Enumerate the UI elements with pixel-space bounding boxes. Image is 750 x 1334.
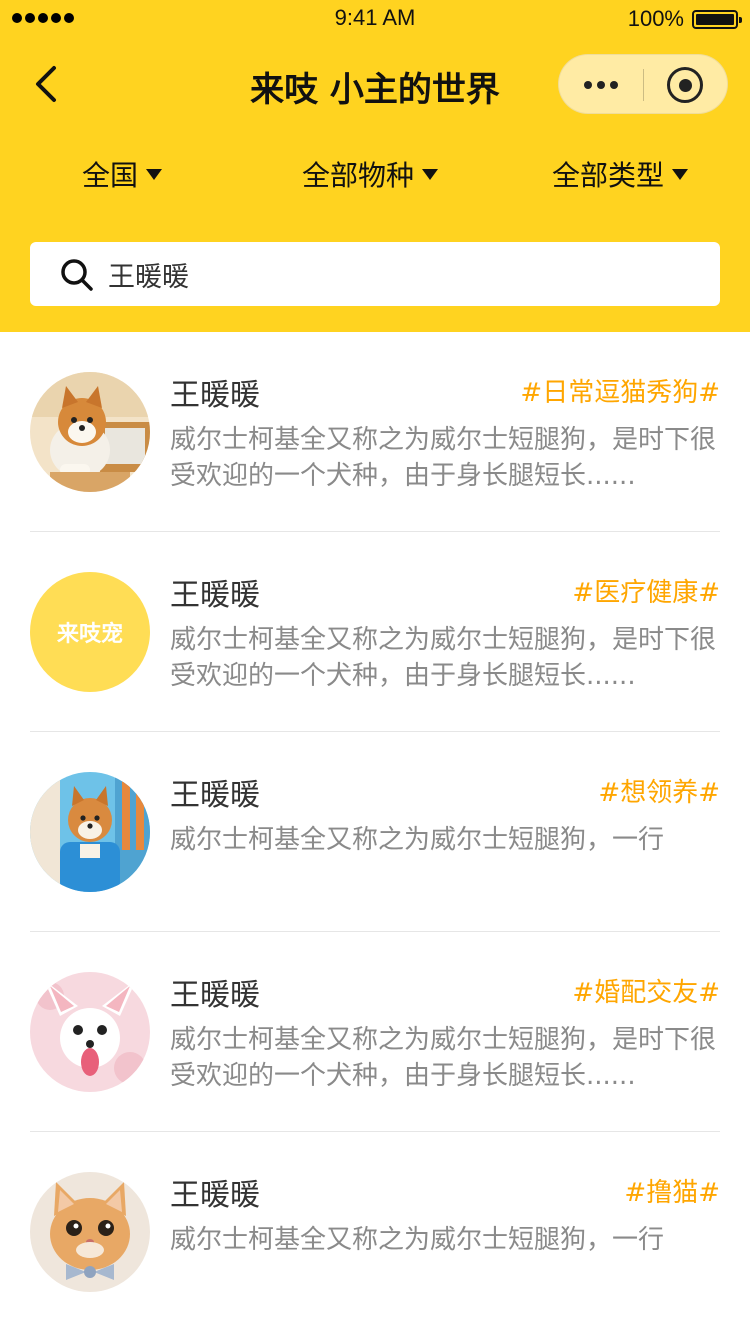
search-bar	[30, 242, 720, 306]
filter-region[interactable]: 全国	[82, 150, 163, 198]
brand-logo-text: 来吱宠	[56, 622, 123, 647]
target-circle-icon	[667, 67, 703, 103]
filter-species-label: 全部物种	[302, 159, 415, 192]
post-description: 威尔士柯基全又称之为威尔士短腿狗，是时下很受欢迎的一个犬种，由于身长腿短长...…	[170, 1025, 717, 1091]
post-description: 威尔士柯基全又称之为威尔士短腿狗，一行	[170, 825, 665, 855]
avatar	[30, 1172, 150, 1292]
search-icon	[61, 259, 93, 291]
author-name: 王暖暖	[170, 378, 260, 413]
battery-percent: 100%	[627, 6, 684, 31]
caret-down-icon	[672, 168, 689, 180]
caret-down-icon	[422, 168, 439, 180]
topic-tag[interactable]: #婚配交友#	[572, 972, 720, 1009]
more-button[interactable]	[559, 55, 643, 115]
battery-icon	[692, 10, 742, 29]
shiba-puppy-photo	[30, 372, 150, 492]
nav-bar: 来吱 小主的世界	[0, 48, 750, 120]
chihuahua-photo	[30, 972, 150, 1092]
author-name: 王暖暖	[170, 778, 260, 813]
filter-species[interactable]: 全部物种	[302, 150, 439, 198]
avatar	[30, 972, 150, 1092]
filter-type-label: 全部类型	[552, 159, 665, 192]
mini-program-capsule	[558, 54, 728, 114]
list-item[interactable]: 王暖暖 #撸猫# 威尔士柯基全又称之为威尔士短腿狗，一行	[0, 1132, 750, 1332]
topic-tag[interactable]: #日常逗猫秀狗#	[520, 372, 720, 409]
search-input[interactable]	[108, 252, 688, 296]
post-list: 王暖暖 #日常逗猫秀狗# 威尔士柯基全又称之为威尔士短腿狗，是时下很受欢迎的一个…	[0, 332, 750, 1332]
avatar	[30, 372, 150, 492]
status-bar: 9:41 AM 100%	[0, 0, 750, 40]
post-description: 威尔士柯基全又称之为威尔士短腿狗，是时下很受欢迎的一个犬种，由于身长腿短长...…	[170, 425, 717, 491]
filter-bar: 全国 全部物种 全部类型	[0, 150, 750, 198]
post-description: 威尔士柯基全又称之为威尔士短腿狗，一行	[170, 1225, 665, 1255]
filter-type[interactable]: 全部类型	[552, 150, 689, 198]
list-item[interactable]: 王暖暖 #日常逗猫秀狗# 威尔士柯基全又称之为威尔士短腿狗，是时下很受欢迎的一个…	[0, 332, 750, 532]
caret-down-icon	[146, 168, 163, 180]
post-description: 威尔士柯基全又称之为威尔士短腿狗，是时下很受欢迎的一个犬种，由于身长腿短长...…	[170, 625, 717, 691]
topic-tag[interactable]: #撸猫#	[624, 1172, 720, 1209]
list-item[interactable]: 来吱宠 王暖暖 #医疗健康# 威尔士柯基全又称之为威尔士短腿狗，是时下很受欢迎的…	[0, 532, 750, 732]
author-name: 王暖暖	[170, 578, 260, 613]
topic-tag[interactable]: #医疗健康#	[572, 572, 720, 609]
avatar: 来吱宠	[30, 572, 150, 692]
orange-cat-bowtie-photo	[30, 1172, 150, 1292]
more-dots-icon	[584, 81, 592, 89]
list-item[interactable]: 王暖暖 #婚配交友# 威尔士柯基全又称之为威尔士短腿狗，是时下很受欢迎的一个犬种…	[0, 932, 750, 1132]
author-name: 王暖暖	[170, 1178, 260, 1213]
list-item[interactable]: 王暖暖 #想领养# 威尔士柯基全又称之为威尔士短腿狗，一行	[0, 732, 750, 932]
shiba-blue-shirt-photo	[30, 772, 150, 892]
filter-region-label: 全国	[82, 159, 139, 192]
topic-tag[interactable]: #想领养#	[598, 772, 720, 809]
author-name: 王暖暖	[170, 978, 260, 1013]
header: 9:41 AM 100% 来吱 小主的世界 全国 全部物种 全部类型 王暖暖	[0, 0, 750, 332]
close-mini-program-button[interactable]	[643, 55, 727, 115]
avatar	[30, 772, 150, 892]
